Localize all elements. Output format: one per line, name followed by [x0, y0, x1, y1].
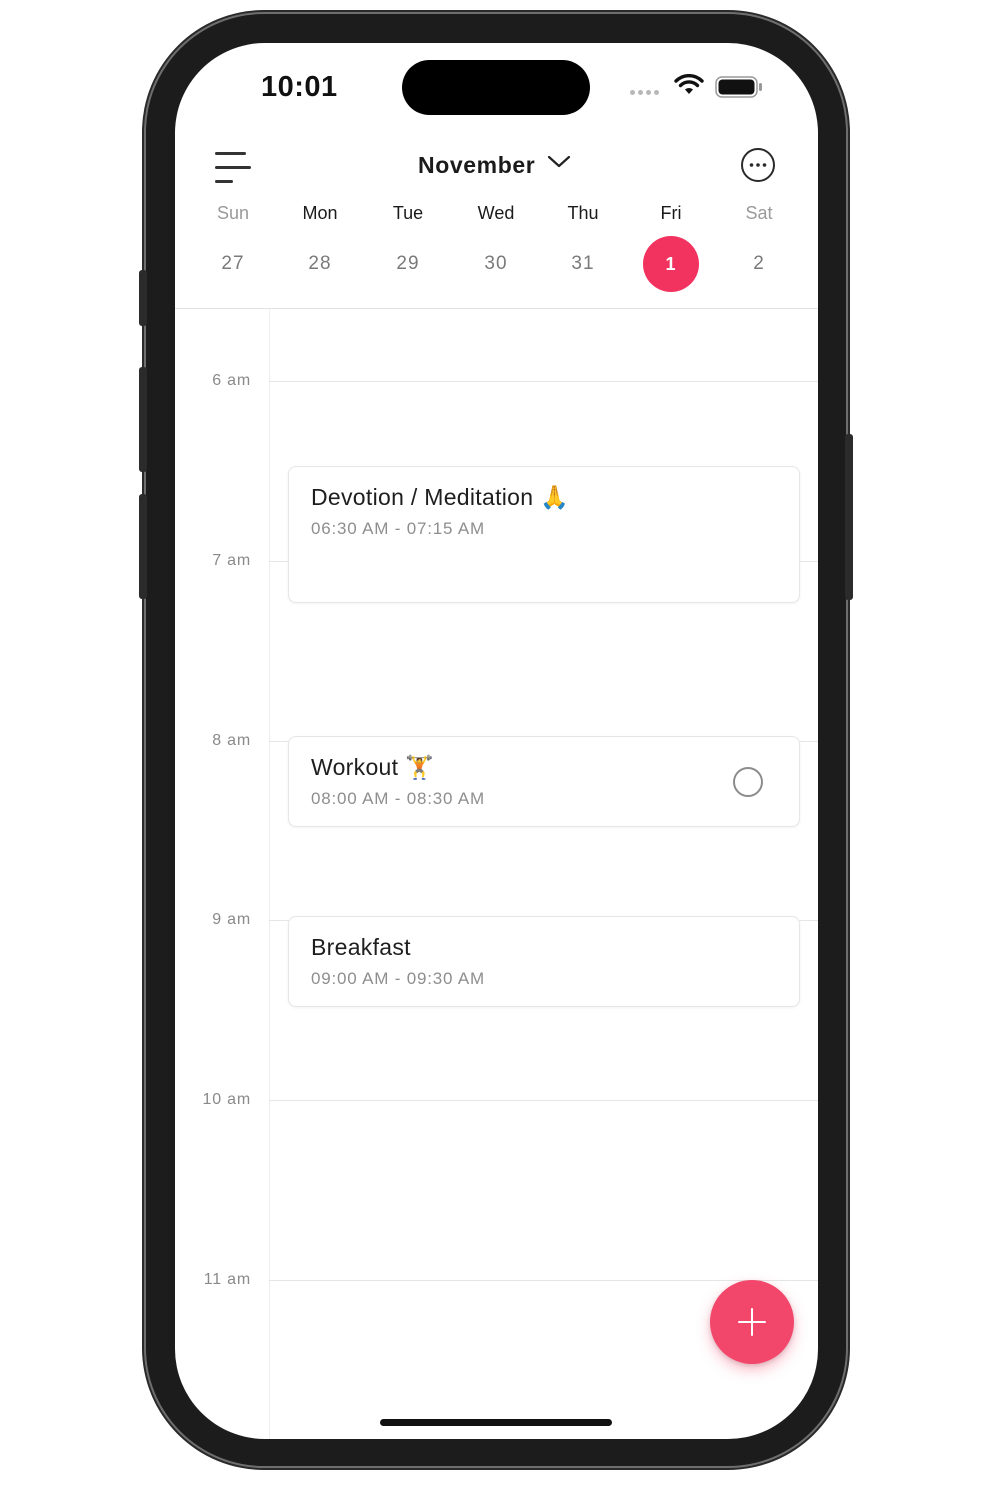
event-title: Devotion / Meditation 🙏 — [311, 484, 569, 510]
event-card-devotion[interactable]: Devotion / Meditation 🙏 06:30 AM - 07:15… — [288, 466, 800, 603]
day-name: Sun — [216, 203, 250, 223]
header-divider — [175, 308, 818, 309]
day-name: Tue — [392, 203, 424, 223]
hour-line — [269, 1280, 818, 1281]
time-axis-line — [269, 309, 270, 1439]
hour-label: 6 am — [212, 372, 251, 389]
event-time: 06:30 AM - 07:15 AM — [311, 519, 485, 538]
day-name: Mon — [302, 203, 338, 223]
event-title: Breakfast — [311, 934, 411, 960]
event-card-workout[interactable]: Workout 🏋️ 08:00 AM - 08:30 AM — [288, 736, 800, 827]
event-time: 08:00 AM - 08:30 AM — [311, 789, 485, 808]
chevron-down-icon[interactable] — [547, 153, 571, 169]
calendar-header: November — [175, 138, 818, 198]
battery-icon — [715, 76, 762, 98]
plus-icon — [751, 1308, 753, 1336]
home-indicator — [380, 1419, 612, 1426]
add-event-button[interactable] — [710, 1280, 794, 1364]
event-card-breakfast[interactable]: Breakfast 09:00 AM - 09:30 AM — [288, 916, 800, 1007]
status-time: 10:01 — [261, 71, 338, 103]
day-number[interactable]: 2 — [724, 253, 794, 275]
complete-checkbox[interactable] — [733, 767, 763, 797]
hour-label: 9 am — [212, 911, 251, 928]
month-title[interactable]: November — [418, 152, 535, 179]
power-button — [845, 434, 853, 600]
day-name: Wed — [477, 203, 515, 223]
event-title: Workout 🏋️ — [311, 754, 434, 780]
menu-icon[interactable] — [215, 150, 253, 184]
cellular-signal-icon — [630, 90, 659, 95]
volume-up-button — [139, 367, 147, 472]
selected-day-number[interactable]: 1 — [643, 236, 699, 292]
day-number[interactable]: 27 — [198, 253, 268, 275]
event-time: 09:00 AM - 09:30 AM — [311, 969, 485, 988]
hour-line — [269, 1100, 818, 1101]
day-name: Fri — [660, 203, 682, 223]
day-number[interactable]: 29 — [373, 253, 443, 275]
day-name: Thu — [567, 203, 599, 223]
app-screen: 10:01 November Sun 27 Mon 28 Tue 29 Wed … — [175, 43, 818, 1439]
day-name: Sat — [745, 203, 773, 223]
hour-label: 11 am — [203, 1271, 251, 1288]
hour-label: 7 am — [212, 552, 251, 569]
hour-label: 10 am — [202, 1091, 251, 1108]
dynamic-island — [402, 60, 590, 115]
day-number[interactable]: 31 — [548, 253, 618, 275]
wifi-icon — [674, 74, 704, 94]
more-options-icon[interactable] — [740, 147, 776, 183]
action-button — [139, 270, 147, 326]
hour-label: 8 am — [212, 732, 251, 749]
volume-down-button — [139, 494, 147, 599]
day-number[interactable]: 30 — [461, 253, 531, 275]
day-number[interactable]: 28 — [285, 253, 355, 275]
hour-line — [269, 381, 818, 382]
